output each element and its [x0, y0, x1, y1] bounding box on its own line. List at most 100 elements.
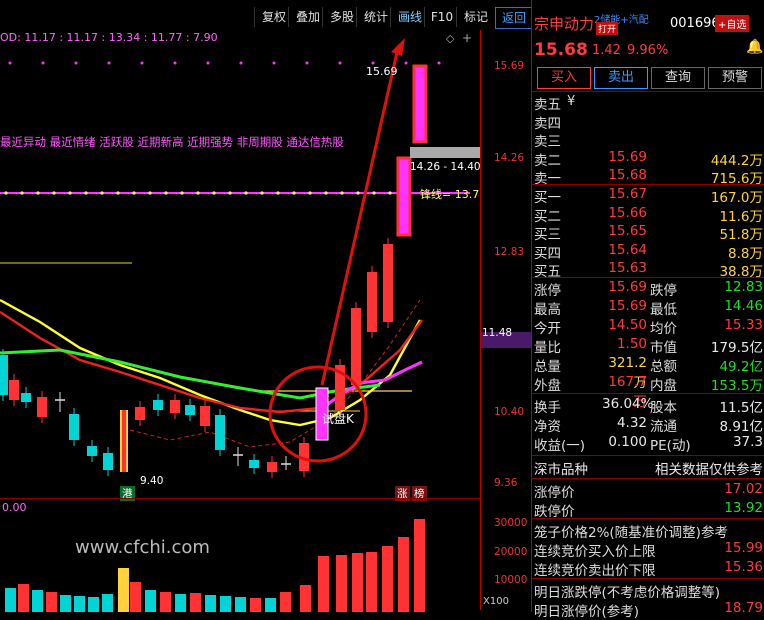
- cost-line-dot: [180, 191, 184, 195]
- limit-down-price: 13.92: [724, 500, 763, 516]
- stat-row: 收益(一) 0.100 PE(动) 37.3: [532, 434, 764, 454]
- stat-value: 8.91亿: [719, 419, 763, 435]
- stat-label: 均价: [650, 321, 677, 337]
- volume-divider: [0, 498, 480, 499]
- volume-bar: [118, 568, 129, 612]
- dot-marker: [305, 61, 309, 65]
- limit-down-label: 跌停价: [534, 504, 575, 520]
- query-button[interactable]: 查询: [651, 67, 705, 89]
- candle-body: [185, 405, 195, 415]
- back-button[interactable]: 返回: [495, 7, 533, 29]
- price-tick: 9.36: [494, 477, 518, 489]
- volume-bar: [250, 598, 261, 612]
- stat-row: 量比 1.50 市值 179.5亿: [532, 336, 764, 356]
- cage-row: 笼子价格2%(随基准价调整)参考: [532, 521, 764, 541]
- volume-bar: [145, 590, 156, 612]
- kline-chart[interactable]: [0, 0, 480, 612]
- ask-row: 卖一 15.68 715.6万: [532, 167, 764, 187]
- candle-body: [135, 407, 145, 420]
- volume-bar: [18, 584, 29, 612]
- trial-candle-label: 试盘K: [322, 412, 354, 426]
- auction-sell-label: 连续竞价卖出价下限: [534, 563, 656, 579]
- volume-bar: [280, 592, 291, 612]
- volume-unit: X100: [483, 596, 509, 607]
- stat-label: 最高: [534, 302, 561, 318]
- dot-marker: [272, 61, 276, 65]
- cost-line-dot: [164, 191, 168, 195]
- stat-value: 15.69: [608, 279, 647, 295]
- volume-bar: [190, 593, 201, 612]
- cost-line-dot: [276, 191, 280, 195]
- stat-value: 15.69: [608, 298, 647, 314]
- stat-label: 换手: [534, 400, 561, 416]
- candle-body: [122, 410, 126, 472]
- limit-up-row: 涨停价 17.02: [532, 481, 764, 501]
- volume-bar: [366, 552, 377, 612]
- stat-value: 153.5万: [710, 378, 763, 394]
- candle-body: [170, 400, 180, 413]
- stat-label: 跌停: [650, 283, 677, 299]
- dot-marker: [338, 61, 342, 65]
- limit-down-row: 跌停价 13.92: [532, 500, 764, 520]
- stat-row: 换手 36.04% 股本 11.5亿: [532, 396, 764, 416]
- bid-price: 15.65: [608, 223, 647, 239]
- volume-bar: [414, 519, 425, 612]
- cost-line-dot: [100, 191, 104, 195]
- bid-label: 买二: [534, 208, 561, 225]
- board-title: 深市品种: [534, 462, 588, 478]
- stat-label: 量比: [534, 340, 561, 356]
- volume-bar: [205, 595, 216, 612]
- bid-row: 买一 15.67 167.0万: [532, 186, 764, 206]
- stat-label: 收益(一): [534, 438, 586, 454]
- cost-line-dot: [20, 191, 24, 195]
- open-tag[interactable]: 打开: [596, 22, 619, 35]
- volume-bar: [175, 594, 186, 612]
- arrow-head-icon: [391, 38, 405, 56]
- cost-line-dot: [116, 191, 120, 195]
- stat-value: 179.5亿: [710, 340, 763, 356]
- bell-icon[interactable]: 🔔: [746, 39, 763, 55]
- volume-bar: [382, 546, 393, 612]
- buy-button[interactable]: 买入: [537, 67, 591, 89]
- auction-buy-price: 15.99: [724, 540, 763, 556]
- price-change-pct: 9.96%: [627, 43, 669, 58]
- cost-line-dot: [196, 191, 200, 195]
- alert-button[interactable]: 预警: [708, 67, 762, 89]
- stat-value: 36.04%: [602, 396, 654, 412]
- add-favorite-button[interactable]: +自选: [715, 15, 750, 32]
- sell-button[interactable]: 卖出: [594, 67, 648, 89]
- bid-row: 买二 15.66 11.6万: [532, 205, 764, 225]
- stat-value: 1.50: [616, 336, 647, 352]
- tomorrow-limit-row: 明日涨停价(参考) 18.79: [532, 600, 764, 620]
- volume-bar: [220, 596, 231, 612]
- bid-volume: 11.6万: [719, 208, 763, 225]
- range-bar: [410, 147, 480, 158]
- currency-icon: ¥: [567, 94, 576, 109]
- stock-code: 001696: [670, 16, 720, 31]
- hot-concept-tags: 最近异动 最近情绪 活跃股 近期新高 近期强势 非周期股 通达信热股: [0, 135, 344, 149]
- stat-label: 总额: [650, 359, 677, 375]
- stat-label: 涨停: [534, 283, 561, 299]
- cost-line-dot: [308, 191, 312, 195]
- volume-label: 0.00: [2, 501, 27, 514]
- dot-marker: [404, 61, 408, 65]
- ask-row: 卖四: [532, 112, 764, 132]
- volume-bar: [74, 596, 85, 612]
- watermark: www.cfchi.com: [75, 537, 210, 558]
- candle-body: [351, 308, 361, 385]
- price-tick: 14.26: [494, 152, 525, 164]
- price-tick: 12.83: [494, 246, 525, 258]
- volume-bar: [300, 585, 311, 612]
- high-price-marker: 15.69: [366, 65, 398, 78]
- bid-label: 买三: [534, 227, 561, 243]
- cost-line-dot: [356, 191, 360, 195]
- candle-body: [153, 400, 163, 410]
- volume-bar: [32, 590, 43, 612]
- stat-value: 49.2亿: [719, 359, 763, 375]
- stat-value: 4.32: [616, 415, 647, 431]
- low-price-marker: 9.40: [140, 475, 164, 487]
- volume-bar: [235, 597, 246, 612]
- cage-label: 笼子价格2%(随基准价调整)参考: [534, 525, 728, 541]
- bid-row: 买三 15.65 51.8万: [532, 223, 764, 243]
- price-tick: 15.69: [494, 60, 525, 72]
